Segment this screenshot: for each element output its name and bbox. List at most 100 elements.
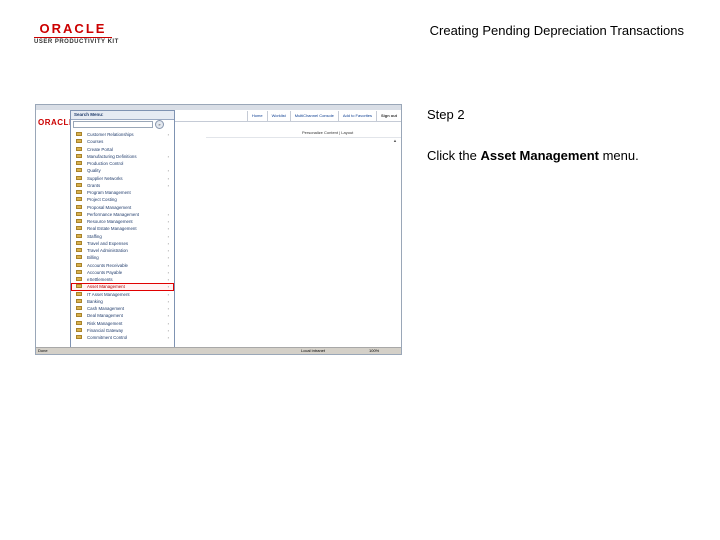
menu-item-label: Quality <box>87 168 101 174</box>
menu-item-label: Commitment Control <box>87 335 128 340</box>
folder-icon <box>76 204 82 209</box>
logo-brand: ORACLE <box>39 21 107 36</box>
submenu-arrow-icon: › <box>167 291 169 297</box>
menu-item[interactable]: Accounts Payable › <box>71 269 174 276</box>
submenu-arrow-icon: › <box>167 226 169 232</box>
folder-icon <box>76 335 82 339</box>
step-instruction: Click the Asset Management menu. <box>427 148 639 163</box>
menu-item-label: Production Control <box>87 161 124 166</box>
folder-icon <box>76 211 82 216</box>
nav-signout-link[interactable]: Sign out <box>376 111 401 121</box>
submenu-arrow-icon: › <box>167 269 169 275</box>
submenu-arrow-icon: › <box>167 313 169 319</box>
submenu-arrow-icon: › <box>167 132 169 137</box>
nav-favorites-link[interactable]: Add to Favorites <box>337 111 376 121</box>
menu-item[interactable]: Project Costing <box>71 196 174 203</box>
folder-icon <box>76 240 82 245</box>
submenu-arrow-icon: › <box>167 335 169 340</box>
menu-list: Customer Relationships › Courses Create Por… <box>71 131 174 341</box>
menu-item-label: Customer Relationships <box>87 132 134 137</box>
folder-icon <box>76 219 82 223</box>
submenu-arrow-icon: › <box>167 233 169 239</box>
menu-item-label: Staffing <box>87 233 102 239</box>
menu-item[interactable]: Banking › <box>71 298 174 305</box>
menu-item-label: Asset Management <box>87 284 125 290</box>
instruction-target: Asset Management <box>480 148 599 163</box>
menu-item[interactable]: Production Control <box>71 160 174 167</box>
menu-item-label: Real Estate Management <box>87 226 137 232</box>
submenu-arrow-icon: › <box>167 168 169 174</box>
menu-item-label: Cash Management <box>87 306 125 311</box>
folder-icon <box>76 153 82 158</box>
menu-item-asset-management[interactable]: Asset Management › <box>71 283 174 291</box>
instruction-prefix: Click the <box>427 148 477 163</box>
folder-icon <box>76 197 82 202</box>
folder-icon <box>76 255 82 260</box>
menu-item[interactable]: Financial Gateway › <box>71 327 174 334</box>
menu-item[interactable]: Resource Management › <box>71 218 174 225</box>
folder-icon <box>76 175 82 180</box>
menu-item[interactable]: Proposal Management <box>71 204 174 211</box>
submenu-arrow-icon: › <box>167 240 169 246</box>
nav-home-link[interactable]: Home <box>246 111 267 121</box>
status-text: Done <box>38 348 48 353</box>
menu-item-label: Program Management <box>87 190 131 195</box>
folder-icon <box>76 161 82 165</box>
menu-item[interactable]: Real Estate Management › <box>71 225 174 232</box>
nav-multichannel-link[interactable]: MultiChannel Console <box>289 111 338 121</box>
folder-icon <box>76 139 82 144</box>
menu-item-label: Proposal Management <box>87 204 132 210</box>
menu-item[interactable]: Commitment Control › <box>71 334 174 341</box>
menu-item[interactable]: IT Asset Management › <box>71 291 174 298</box>
menu-item[interactable]: Travel and Expenses › <box>71 240 174 247</box>
folder-icon <box>76 298 82 303</box>
submenu-arrow-icon: › <box>167 277 169 282</box>
menu-item[interactable]: Risk Management › <box>71 320 174 327</box>
menu-item[interactable]: Grants › <box>71 182 174 189</box>
document-title: Creating Pending Depreciation Transactio… <box>429 23 684 38</box>
status-zoom[interactable]: 100% <box>369 348 379 353</box>
folder-icon <box>76 132 82 136</box>
submenu-arrow-icon: › <box>167 175 169 181</box>
menu-item[interactable]: eSettlements › <box>71 276 174 283</box>
menu-item[interactable]: Program Management <box>71 189 174 196</box>
nav-worklist-link[interactable]: Worklist <box>266 111 290 121</box>
menu-item-label: Courses <box>87 139 104 145</box>
menu-item[interactable]: Performance Management › <box>71 211 174 218</box>
menu-item[interactable]: Deal Management › <box>71 312 174 319</box>
folder-icon <box>76 146 82 151</box>
menu-item[interactable]: Manufacturing Definitions › <box>71 153 174 160</box>
menu-item-label: Accounts Payable <box>87 269 123 275</box>
menu-item-label: eSettlements <box>87 277 113 282</box>
folder-icon <box>76 277 82 281</box>
submenu-arrow-icon: › <box>167 327 169 333</box>
menu-title: Search Menu: <box>74 112 104 117</box>
scroll-arrow-icon[interactable]: ▲ <box>393 138 399 143</box>
oracle-upk-logo: ORACLE USER PRODUCTIVITY KIT <box>34 22 130 48</box>
submenu-arrow-icon: › <box>167 284 169 290</box>
menu-item[interactable]: Accounts Receivable › <box>71 262 174 269</box>
browser-status-bar: Done Local intranet 100% <box>36 347 401 354</box>
menu-item[interactable]: Create Portal <box>71 146 174 153</box>
menu-item-label: Deal Management <box>87 313 123 319</box>
menu-item[interactable]: Staffing › <box>71 233 174 240</box>
menu-item[interactable]: Supplier Networks › <box>71 175 174 182</box>
folder-icon <box>76 327 82 332</box>
menu-search-input[interactable] <box>73 121 153 128</box>
personalize-links[interactable]: Personalize Content | Layout <box>302 130 353 135</box>
menu-item[interactable]: Travel Administration › <box>71 247 174 254</box>
menu-item[interactable]: Quality › <box>71 167 174 174</box>
submenu-arrow-icon: › <box>167 182 169 188</box>
menu-item[interactable]: Billing › <box>71 254 174 261</box>
menu-search-go-button[interactable]: » <box>155 120 164 129</box>
menu-item[interactable]: Customer Relationships › <box>71 131 174 138</box>
folder-icon <box>76 168 82 173</box>
menu-header: Search Menu: <box>71 111 174 120</box>
menu-item[interactable]: Courses <box>71 138 174 145</box>
menu-item-label: Banking <box>87 298 103 304</box>
menu-item-label: Manufacturing Definitions <box>87 153 137 159</box>
menu-item-label: Billing <box>87 255 99 261</box>
menu-item-label: Resource Management <box>87 219 133 224</box>
menu-item[interactable]: Cash Management › <box>71 305 174 312</box>
instruction-suffix: menu. <box>602 148 639 163</box>
